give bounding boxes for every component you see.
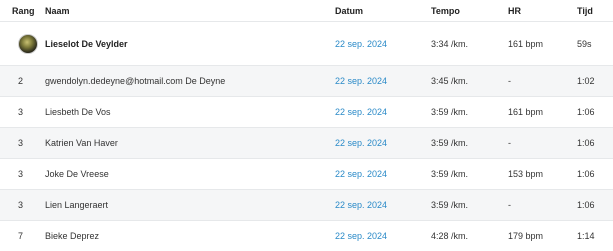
athlete-name[interactable]: Katrien Van Haver [45, 128, 330, 158]
rank-cell: 7 [18, 231, 24, 241]
activity-date-link[interactable]: 22 sep. 2024 [335, 169, 387, 179]
rank-cell: 3 [18, 138, 24, 148]
time-value: 1:02 [577, 76, 595, 86]
time-value: 1:06 [577, 169, 595, 179]
heart-rate-value: 161 bpm [508, 107, 544, 117]
column-header-name[interactable]: Naam [45, 0, 330, 21]
pace-value: 3:45 /km. [431, 76, 469, 86]
table-row: 2 gwendolyn.dedeyne@hotmail.com De Deyne… [0, 65, 613, 96]
athlete-name[interactable]: gwendolyn.dedeyne@hotmail.com De Deyne [45, 66, 330, 96]
leaderboard-table: Rang Naam Datum Tempo HR Tijd Lieselot D… [0, 0, 613, 251]
pace-value: 3:59 /km. [431, 138, 469, 148]
pace-value: 3:59 /km. [431, 200, 469, 210]
activity-date: 22 sep. 2024 [335, 190, 425, 220]
activity-date: 22 sep. 2024 [335, 66, 425, 96]
activity-date-link[interactable]: 22 sep. 2024 [335, 39, 387, 49]
column-header-date[interactable]: Datum [335, 0, 425, 21]
rank-cell: 3 [18, 169, 24, 179]
pace-value: 3:34 /km. [431, 38, 469, 49]
heart-rate-value: 179 bpm [508, 231, 544, 241]
table-row: 3 Katrien Van Haver 22 sep. 2024 3:59 /k… [0, 127, 613, 158]
activity-date: 22 sep. 2024 [335, 128, 425, 158]
heart-rate-value: - [508, 76, 511, 86]
table-row: 3 Joke De Vreese 22 sep. 2024 3:59 /km. … [0, 158, 613, 189]
pace-value: 3:59 /km. [431, 107, 469, 117]
activity-date-link[interactable]: 22 sep. 2024 [335, 200, 387, 210]
column-header-rank[interactable]: Rang [12, 0, 40, 21]
table-row: 7 Bieke Deprez 22 sep. 2024 4:28 /km. 17… [0, 220, 613, 251]
time-value: 1:06 [577, 200, 595, 210]
athlete-name[interactable]: Lien Langeraert [45, 190, 330, 220]
column-header-hr[interactable]: HR [508, 0, 568, 21]
column-header-tempo[interactable]: Tempo [431, 0, 501, 21]
column-header-time[interactable]: Tijd [577, 0, 613, 21]
table-header: Rang Naam Datum Tempo HR Tijd [0, 0, 613, 21]
rank-cell: 3 [18, 107, 24, 117]
activity-date: 22 sep. 2024 [335, 22, 425, 65]
heart-rate-value: 153 bpm [508, 169, 544, 179]
activity-date: 22 sep. 2024 [335, 221, 425, 251]
table-row: 3 Lien Langeraert 22 sep. 2024 3:59 /km.… [0, 189, 613, 220]
rank-cell: 2 [18, 76, 24, 86]
activity-date: 22 sep. 2024 [335, 159, 425, 189]
activity-date-link[interactable]: 22 sep. 2024 [335, 231, 387, 241]
athlete-name[interactable]: Bieke Deprez [45, 221, 330, 251]
table-row: 3 Liesbeth De Vos 22 sep. 2024 3:59 /km.… [0, 96, 613, 127]
time-value: 1:14 [577, 231, 595, 241]
pace-value: 4:28 /km. [431, 231, 469, 241]
time-value: 1:06 [577, 107, 595, 117]
heart-rate-value: - [508, 138, 511, 148]
heart-rate-value: 161 bpm [508, 38, 544, 49]
athlete-name[interactable]: Liesbeth De Vos [45, 97, 330, 127]
athlete-avatar[interactable] [18, 33, 38, 54]
activity-date-link[interactable]: 22 sep. 2024 [335, 138, 387, 148]
rank-cell [12, 22, 46, 65]
activity-date-link[interactable]: 22 sep. 2024 [335, 76, 387, 86]
athlete-name[interactable]: Joke De Vreese [45, 159, 330, 189]
athlete-name[interactable]: Lieselot De Veylder [45, 22, 330, 65]
table-row: Lieselot De Veylder 22 sep. 2024 3:34 /k… [0, 21, 613, 65]
time-value: 59s [577, 38, 592, 49]
activity-date-link[interactable]: 22 sep. 2024 [335, 107, 387, 117]
rank-cell: 3 [18, 200, 24, 210]
time-value: 1:06 [577, 138, 595, 148]
pace-value: 3:59 /km. [431, 169, 469, 179]
activity-date: 22 sep. 2024 [335, 97, 425, 127]
heart-rate-value: - [508, 200, 511, 210]
